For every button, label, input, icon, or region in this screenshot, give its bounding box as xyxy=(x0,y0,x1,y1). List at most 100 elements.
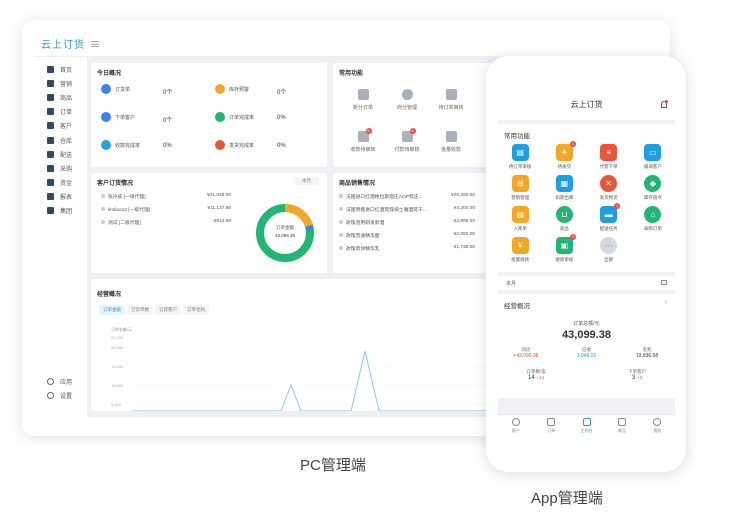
list-item[interactable]: limliao12 [一级代理] ¥11,137.80 xyxy=(101,206,231,213)
stat-stock-alert[interactable]: 库存预警 xyxy=(215,84,249,94)
app-order-review[interactable]: ▤ 待订单审核 xyxy=(498,144,542,170)
app-payment-review[interactable]: ▣ 3 收款审核 xyxy=(542,234,586,263)
nav-customers[interactable]: 客户 xyxy=(498,415,533,436)
basket-icon: ⌂ xyxy=(644,206,662,223)
home-icon xyxy=(47,65,54,73)
orders-delta: +14 xyxy=(536,375,544,380)
truck-icon: ▬ 1 xyxy=(600,203,621,223)
func-pay-review[interactable]: 6 付款待审核 xyxy=(387,128,427,153)
app-delivery-task[interactable]: ▬ 1 配送任务 xyxy=(587,203,631,232)
app-functions-section: 常用功能 ▤ 待订单审核 ✈ 1 待发货 ≡ 代客下单 ▭ 邀请客户 ⊞ 营销管理 ▦ 扣款出… xyxy=(498,124,675,272)
coin-icon: ¥ xyxy=(511,237,529,254)
stat-orders[interactable]: 订货单 xyxy=(101,84,130,94)
tab-order-amount[interactable]: 订单金额 xyxy=(99,305,125,315)
app-title: 云上订货 xyxy=(570,100,603,109)
building-icon xyxy=(47,207,54,215)
sidebar-item-marketing[interactable]: 营销 xyxy=(35,76,87,90)
doc-icon: ▤ xyxy=(511,144,529,161)
stat-ship-rate[interactable]: 发货完成率 xyxy=(215,140,254,150)
list-item[interactable]: 法国进口红酒格拉斯酒庄AOP梵庄... ¥25,200.00 xyxy=(339,193,475,200)
sidebar-item-delivery[interactable]: 配送 xyxy=(35,147,87,161)
cart-icon: ⊔ xyxy=(555,206,573,223)
app-purchase[interactable]: ⌂ 采购订单 xyxy=(631,206,675,232)
app-functions-title: 常用功能 xyxy=(504,133,530,140)
nav-products[interactable]: 商品 xyxy=(604,415,639,436)
ytick: 15,000 xyxy=(111,364,124,369)
list-item[interactable]: 玫瑰泡用研发新酒 ¥2,898.00 xyxy=(339,219,475,226)
menu-toggle-icon[interactable] xyxy=(91,40,99,47)
nav-mine[interactable]: 我的 xyxy=(640,415,675,436)
nav-workbench[interactable]: 工作台 xyxy=(569,415,604,436)
stack-icon xyxy=(445,131,457,142)
doc-icon: ▤ xyxy=(511,206,529,223)
app-to-ship[interactable]: ✈ 1 待发货 xyxy=(542,141,586,170)
func-payment-review[interactable]: 6 收款待审核 xyxy=(343,128,383,153)
app-marketing[interactable]: ⊞ 营销管理 xyxy=(498,175,542,201)
tab-order-profit[interactable]: 订单毛利 xyxy=(183,305,209,315)
sidebar-item-customers[interactable]: 客户 xyxy=(35,119,87,133)
chevron-right-icon[interactable]: › xyxy=(665,299,667,306)
sidebar-item-purchase[interactable]: 采购 xyxy=(35,161,87,175)
app-inventory[interactable]: ◆ 库存盘点 xyxy=(631,175,675,201)
wallet-icon: 6 xyxy=(401,128,416,142)
smile-icon xyxy=(653,418,662,426)
tab-order-customers[interactable]: 订货客户 xyxy=(155,305,181,315)
today-overview-title: 今日概况 xyxy=(97,71,122,77)
app-business-title: 经营概况 xyxy=(504,303,530,310)
app-header: 云上订货 xyxy=(498,90,675,120)
sidebar-item-reports[interactable]: 报表 xyxy=(35,190,87,204)
stat-customers[interactable]: 下单客户 xyxy=(101,112,135,122)
box-icon: ◆ xyxy=(644,175,662,192)
compare-received-value: 3,049.00 xyxy=(576,353,597,359)
stat-order-rate-value: 0% xyxy=(277,115,286,121)
sidebar-item-products[interactable]: 商品 xyxy=(35,90,87,104)
sidebar-item-group[interactable]: 集团 xyxy=(35,204,87,218)
func-batch-collect[interactable]: 批量收款 xyxy=(431,131,471,153)
sidebar-item-apps[interactable]: 应用 xyxy=(35,375,87,389)
report-icon xyxy=(47,193,54,201)
ytick: 10,000 xyxy=(111,383,124,388)
app-logistics[interactable]: ✕ 发货物流 xyxy=(587,175,631,201)
user-icon xyxy=(47,122,54,130)
list-item[interactable]: 法国原瓶进口红酒梵蔻骑士雅酒梵干... ¥4,200.00 xyxy=(339,206,475,213)
sidebar-item-warehouse[interactable]: 仓库 xyxy=(35,133,87,147)
app-invite[interactable]: ▭ 邀请客户 xyxy=(631,144,675,170)
list-item[interactable]: 玫瑰草饼精华乳 ¥1,738.00 xyxy=(339,245,475,252)
app-all[interactable]: ⋯ 全部 xyxy=(587,237,631,263)
sidebar-item-settings[interactable]: 设置 xyxy=(35,389,87,403)
sidebar-item-home[interactable]: 首页 xyxy=(35,62,87,76)
apps-icon xyxy=(47,378,54,386)
user-icon xyxy=(511,418,520,426)
sidebar-item-funds[interactable]: 资金 xyxy=(35,176,87,190)
phone-screen: 云上订货 常用功能 ▤ 待订单审核 ✈ 1 待发货 ≡ 代客下单 ▭ 邀请客户 ⊞ 营销管理… xyxy=(498,90,675,436)
grid-icon xyxy=(582,418,591,426)
app-inbound[interactable]: ▤ 入库单 xyxy=(498,206,542,232)
stat-order-rate[interactable]: 订单完成率 xyxy=(215,112,254,122)
bell-icon[interactable] xyxy=(661,100,668,108)
grid-icon: ⊞ xyxy=(511,175,529,192)
period-row[interactable]: 本月 xyxy=(498,276,675,290)
list-icon: ≡ xyxy=(600,144,618,161)
donut-label: 订单金额 xyxy=(276,225,294,230)
customers-delta: +3 xyxy=(636,375,643,380)
func-order-review[interactable]: 待订单审核 xyxy=(431,89,471,111)
customers-value: 3 xyxy=(631,375,636,381)
app-products[interactable]: ⊔ 商品 xyxy=(542,206,586,232)
list-item[interactable]: 测试 [二级代理] ¥913.58 xyxy=(101,219,231,226)
nav-orders[interactable]: 订单 xyxy=(533,415,568,436)
sidebar-item-orders[interactable]: 订单 xyxy=(35,105,87,119)
app-stock-out[interactable]: ▦ 扣款出库 xyxy=(542,175,586,201)
app-proxy-order[interactable]: ≡ 代客下单 xyxy=(587,144,631,170)
grid-icon xyxy=(47,79,54,87)
app-batch-collect[interactable]: ¥ 批量收款 xyxy=(498,237,542,263)
check-icon xyxy=(215,112,225,122)
func-manage[interactable]: 商分管理 xyxy=(387,89,427,111)
list-item[interactable]: 玫瑰普通精华面 ¥2,068.00 xyxy=(339,232,475,239)
list-item[interactable]: 张冷皮 [一级代理] ¥31,048.00 xyxy=(101,193,231,200)
calendar-icon[interactable] xyxy=(661,280,667,285)
chart-ylabel: 订单金额/元 xyxy=(111,327,133,332)
stat-payment-rate[interactable]: 收款完成率 xyxy=(101,140,140,150)
tab-order-count[interactable]: 订货单数 xyxy=(127,305,153,315)
period-select[interactable]: 本月 xyxy=(294,177,319,185)
func-new-order[interactable]: 新分订单 xyxy=(343,89,383,111)
